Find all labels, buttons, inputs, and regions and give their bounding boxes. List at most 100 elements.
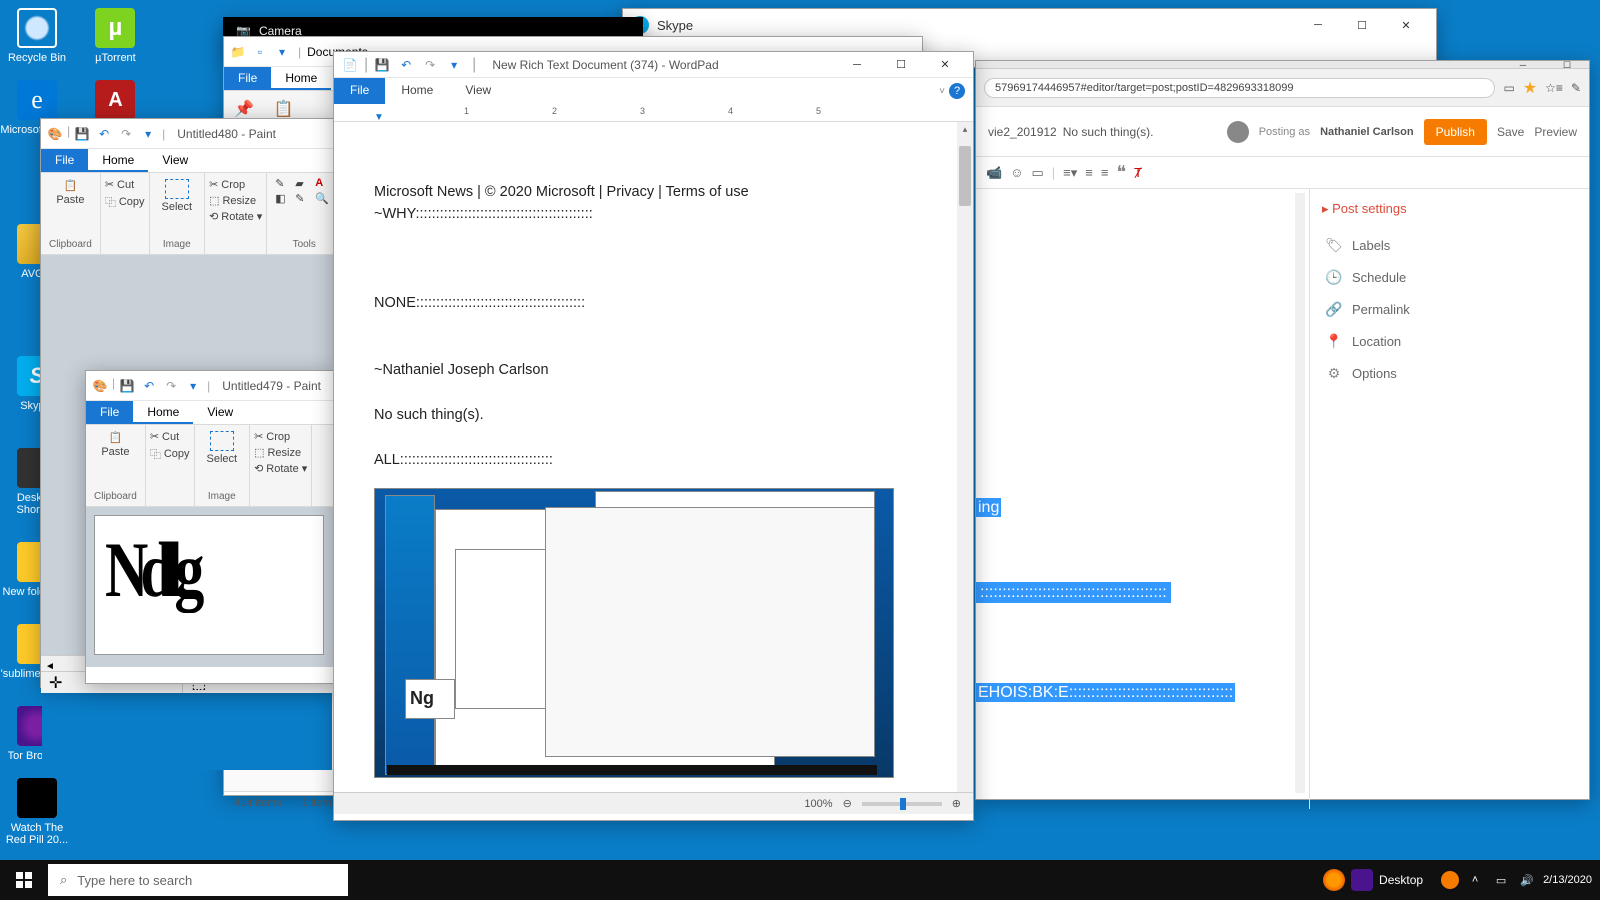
dropdown-icon[interactable]: ▾ [183, 376, 203, 396]
list-ol-icon[interactable]: ≡ [1085, 165, 1093, 180]
zoom-in-button[interactable]: ⊕ [952, 797, 961, 810]
explorer-file-tab[interactable]: File [224, 67, 271, 90]
publish-button[interactable]: Publish [1424, 119, 1487, 145]
app-tray-icon[interactable] [1351, 869, 1373, 891]
copy-button[interactable]: ⿻Copy [103, 193, 147, 211]
cut-button[interactable]: ✂Cut [103, 177, 147, 192]
maximize-button[interactable]: ☐ [1545, 61, 1589, 69]
emoji-icon[interactable]: ☺ [1010, 165, 1023, 180]
star-icon[interactable]: ★ [1523, 78, 1537, 98]
save-icon[interactable]: 💾 [72, 124, 92, 144]
copy-button[interactable]: ⿻Copy [148, 445, 192, 463]
notes-icon[interactable]: ✎ [1571, 81, 1581, 95]
sidebar-labels[interactable]: 🏷Labels [1322, 229, 1577, 261]
wordpad-file-tab[interactable]: File [334, 78, 385, 104]
reader-icon[interactable]: ▭ [1503, 81, 1514, 95]
dropdown-icon[interactable]: ▾ [138, 124, 158, 144]
minimize-button[interactable]: ─ [1501, 61, 1545, 69]
document-content[interactable]: Microsoft News | © 2020 Microsoft | Priv… [374, 182, 933, 778]
redo-icon[interactable]: ↷ [116, 124, 136, 144]
crop-button[interactable]: ✂Crop [207, 177, 264, 192]
minimize-button[interactable]: ─ [835, 50, 879, 80]
select-button[interactable]: Select [203, 429, 242, 467]
tray-icon[interactable] [1441, 871, 1459, 889]
crop-button[interactable]: ✂Crop [252, 429, 309, 444]
save-button[interactable]: Save [1497, 125, 1524, 139]
fill-icon[interactable]: ▰ [295, 177, 313, 190]
start-button[interactable] [0, 860, 48, 900]
scroll-thumb[interactable] [959, 146, 971, 206]
resize-button[interactable]: ⬚Resize [207, 193, 264, 208]
explorer-home-tab[interactable]: Home [271, 67, 331, 90]
paint2-canvas-area[interactable]: Ndlg [86, 507, 334, 667]
save-icon[interactable]: 💾 [372, 55, 392, 75]
blogger-editor[interactable]: ing ::::::::::::::::::::::::::::::::::::… [976, 189, 1309, 809]
rotate-button[interactable]: ⟲Rotate ▾ [252, 461, 309, 476]
qat-dropdown-icon[interactable]: ▾ [444, 55, 464, 75]
close-button[interactable]: ✕ [1384, 10, 1428, 40]
chevron-up-icon[interactable]: ˄ [1465, 870, 1485, 890]
wordpad-ruler[interactable]: ▼ 1 2 3 4 5 [334, 104, 973, 122]
wordpad-document-area[interactable]: ▴ Microsoft News | © 2020 Microsoft | Pr… [334, 122, 973, 792]
close-button[interactable]: ✕ [923, 50, 967, 80]
paste-button[interactable]: 📋Paste [97, 429, 133, 460]
taskbar[interactable]: ⌕ Type here to search Desktop ˄ ▭ 🔊 2/13… [0, 860, 1600, 900]
desktop-icon-utorrent[interactable]: µTorrent [78, 4, 152, 68]
undo-icon[interactable]: ↶ [94, 124, 114, 144]
paint1-file-tab[interactable]: File [41, 149, 88, 172]
text-icon[interactable]: A [315, 177, 333, 190]
paint1-home-tab[interactable]: Home [88, 149, 148, 172]
redo-icon[interactable]: ↷ [161, 376, 181, 396]
sidebar-header[interactable]: ▸ Post settings [1322, 201, 1577, 217]
wordpad-home-tab[interactable]: Home [385, 78, 449, 104]
volume-icon[interactable]: 🔊 [1517, 870, 1537, 890]
maximize-button[interactable]: ☐ [879, 50, 923, 80]
taskbar-date[interactable]: 2/13/2020 [1543, 874, 1592, 886]
network-icon[interactable]: ▭ [1491, 870, 1511, 890]
eraser-icon[interactable]: ◧ [275, 192, 293, 205]
help-icon[interactable]: ? [949, 83, 965, 99]
zoom-slider[interactable] [862, 802, 942, 806]
paint2-canvas[interactable]: Ndlg [94, 515, 324, 655]
clear-format-icon[interactable]: Ⱦ [1134, 165, 1142, 180]
sidebar-location[interactable]: 📍Location [1322, 325, 1577, 357]
wordpad-window[interactable]: 📄 | 💾 ↶ ↷ ▾ | New Rich Text Document (37… [333, 51, 974, 821]
align-left-icon[interactable]: ≡▾ [1063, 165, 1077, 181]
video-icon[interactable]: 📹 [986, 165, 1002, 181]
vertical-scrollbar[interactable]: ▴ [957, 122, 973, 792]
cut-button[interactable]: ✂Cut [148, 429, 192, 444]
sidebar-permalink[interactable]: 🔗Permalink [1322, 293, 1577, 325]
wordpad-titlebar[interactable]: 📄 | 💾 ↶ ↷ ▾ | New Rich Text Document (37… [334, 52, 973, 78]
favorites-icon[interactable]: ☆≡ [1545, 81, 1563, 95]
firefox-tray-icon[interactable] [1323, 869, 1345, 891]
paste-button[interactable]: 📋Paste [52, 177, 88, 208]
rotate-button[interactable]: ⟲Rotate ▾ [207, 209, 264, 224]
maximize-button[interactable]: ☐ [1340, 10, 1384, 40]
paint1-titlebar[interactable]: 🎨 | 💾 ↶ ↷ ▾ | Untitled480 - Paint [41, 119, 334, 149]
preview-button[interactable]: Preview [1534, 125, 1577, 139]
desktop-icon-recycle-bin[interactable]: Recycle Bin [0, 4, 74, 68]
paint2-home-tab[interactable]: Home [133, 401, 193, 424]
picker-icon[interactable]: ✎ [295, 192, 313, 205]
break-icon[interactable]: ▭ [1031, 165, 1043, 181]
desktop-toolbar-label[interactable]: Desktop [1379, 873, 1423, 887]
url-input[interactable]: 57969174446957#editor/target=post;postID… [984, 78, 1495, 98]
dropdown-icon[interactable]: ▾ [272, 42, 292, 62]
list-ul-icon[interactable]: ≡ [1101, 165, 1109, 180]
save-icon[interactable]: 💾 [117, 376, 137, 396]
sidebar-options[interactable]: ⚙Options [1322, 357, 1577, 389]
editor-scrollbar[interactable] [1295, 193, 1305, 793]
redo-icon[interactable]: ↷ [420, 55, 440, 75]
paint2-titlebar[interactable]: 🎨 | 💾 ↶ ↷ ▾ | Untitled479 - Paint [86, 371, 334, 401]
paint2-file-tab[interactable]: File [86, 401, 133, 424]
pencil-icon[interactable]: ✎ [275, 177, 293, 190]
minimize-button[interactable]: ─ [1296, 10, 1340, 40]
taskbar-search[interactable]: ⌕ Type here to search [48, 864, 348, 896]
paint2-view-tab[interactable]: View [193, 401, 247, 424]
quick-icon[interactable]: ▫ [250, 42, 270, 62]
wordpad-view-tab[interactable]: View [449, 78, 507, 104]
ribbon-collapse-icon[interactable]: ˅ [939, 86, 945, 97]
undo-icon[interactable]: ↶ [396, 55, 416, 75]
undo-icon[interactable]: ↶ [139, 376, 159, 396]
quote-icon[interactable]: ❝ [1116, 162, 1126, 183]
